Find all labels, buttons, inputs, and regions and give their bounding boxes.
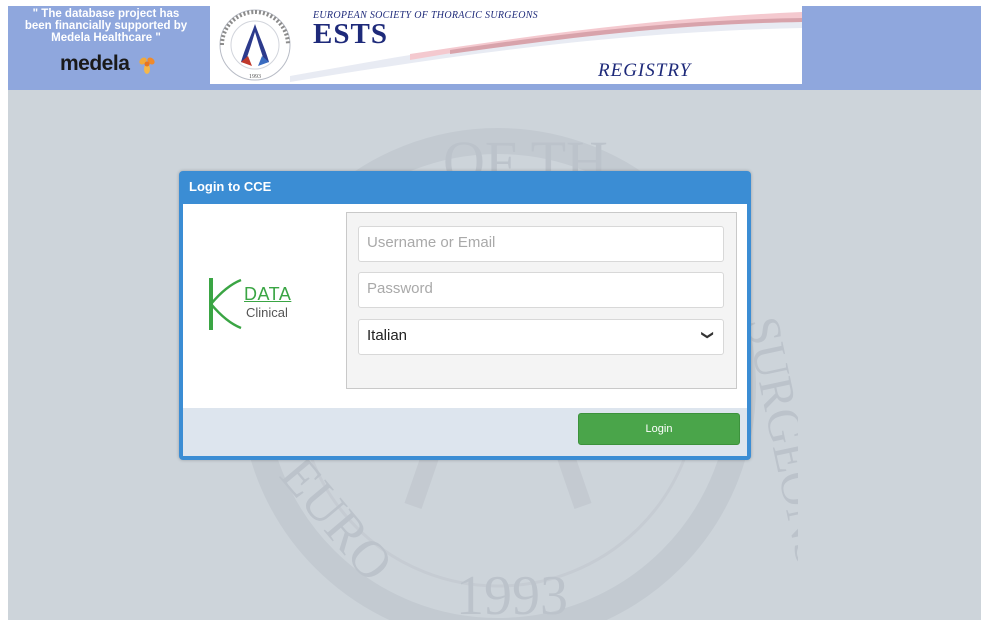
ests-acronym: ESTS (313, 18, 388, 50)
kdata-clinical-logo: DATA Clinical (207, 274, 317, 334)
login-panel-body: DATA Clinical Username or Email Password… (183, 204, 747, 408)
sponsor-line-3: Medela Healthcare " (51, 32, 161, 44)
password-input[interactable]: Password (358, 272, 724, 308)
sponsor-line-2: been financially supported by (24, 20, 188, 32)
kdata-clinical-word: Clinical (246, 305, 288, 320)
medela-flower-icon (139, 57, 155, 74)
kdata-word: DATA (244, 284, 292, 304)
svg-text:1993: 1993 (456, 565, 568, 620)
sponsor-line-1: " The database project has (32, 8, 180, 20)
medela-wordmark: medela (60, 52, 130, 75)
ests-seal-logo: 1993 (219, 9, 291, 81)
registry-label: REGISTRY (598, 60, 692, 81)
login-panel-footer: Login (183, 408, 747, 456)
svg-text:1993: 1993 (249, 74, 261, 80)
page-background: " The database project has been financia… (8, 6, 981, 620)
login-button[interactable]: Login (578, 413, 740, 445)
medela-logo: medela (60, 52, 160, 78)
login-panel: Login to CCE DATA Clinical Username or E… (179, 171, 751, 460)
chevron-down-icon: ❯ (700, 329, 715, 341)
language-select-value: Italian (367, 327, 408, 344)
language-select[interactable]: Italian ❯ (358, 319, 724, 355)
sponsor-note: " The database project has been financia… (8, 8, 204, 88)
login-panel-title: Login to CCE (189, 179, 272, 194)
username-input[interactable]: Username or Email (358, 226, 724, 262)
login-form: Username or Email Password Italian ❯ (346, 212, 737, 389)
ests-banner: 1993 EUROPEAN SOCIETY OF THORACIC SURGEO… (210, 6, 802, 84)
kdata-k-mark (209, 278, 242, 330)
header-bar: " The database project has been financia… (8, 6, 981, 90)
